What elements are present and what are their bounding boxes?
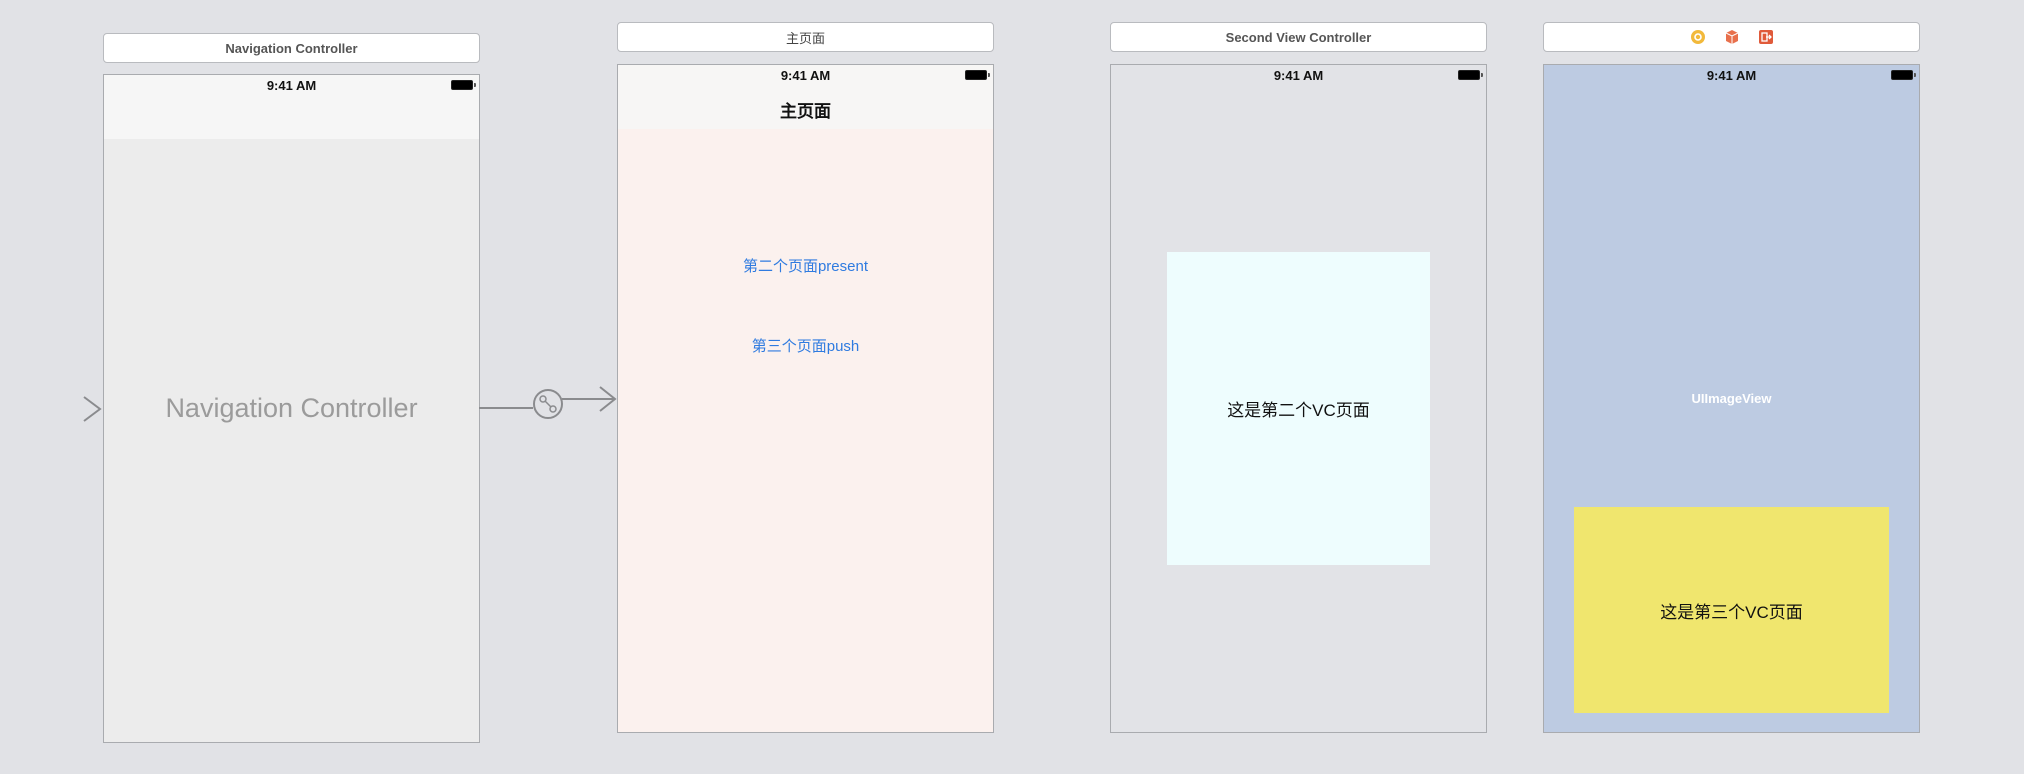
status-time: 9:41 AM bbox=[1706, 68, 1757, 83]
status-time: 9:41 AM bbox=[780, 68, 831, 83]
second-vc-label: 这是第二个VC页面 bbox=[1227, 401, 1370, 420]
push-third-page-button[interactable]: 第三个页面push bbox=[618, 335, 993, 356]
second-vc-panel[interactable]: 这是第二个VC页面 bbox=[1167, 252, 1430, 565]
entry-point-arrow[interactable] bbox=[0, 396, 104, 426]
status-time: 9:41 AM bbox=[266, 78, 317, 93]
scene-title-third-view-controller[interactable] bbox=[1543, 22, 1920, 52]
navigation-controller-scene[interactable]: 9:41 AM Navigation Controller bbox=[103, 74, 480, 743]
exit-icon[interactable] bbox=[1758, 29, 1774, 45]
battery-icon bbox=[1458, 70, 1483, 80]
scene-title-second-view-controller[interactable]: Second View Controller bbox=[1110, 22, 1487, 52]
main-page-scene[interactable]: 9:41 AM 主页面 第二个页面present 第三个页面push bbox=[617, 64, 994, 733]
scene-dock-icons bbox=[1690, 29, 1774, 45]
status-time: 9:41 AM bbox=[1273, 68, 1324, 83]
status-bar: 9:41 AM bbox=[618, 65, 993, 85]
navigation-title: 主页面 bbox=[780, 102, 831, 121]
status-bar: 9:41 AM bbox=[1544, 65, 1919, 85]
battery-icon bbox=[965, 70, 990, 80]
second-view-controller-scene[interactable]: 9:41 AM 这是第二个VC页面 bbox=[1110, 64, 1487, 733]
root-view-controller-segue[interactable] bbox=[479, 385, 619, 435]
image-view-placeholder-label: UIImageView bbox=[1691, 391, 1772, 406]
scene-title-navigation-controller[interactable]: Navigation Controller bbox=[103, 33, 480, 63]
storyboard-canvas[interactable]: Navigation Controller 9:41 AM Navigation… bbox=[0, 0, 2024, 774]
third-vc-label: 这是第三个VC页面 bbox=[1660, 602, 1803, 622]
battery-icon bbox=[1891, 70, 1916, 80]
first-responder-icon[interactable] bbox=[1724, 29, 1740, 45]
status-bar: 9:41 AM bbox=[1111, 65, 1486, 85]
scene-title-main-page[interactable]: 主页面 bbox=[617, 22, 994, 52]
battery-icon bbox=[451, 80, 476, 90]
navigation-controller-placeholder-label: Navigation Controller bbox=[165, 393, 418, 423]
third-view-controller-scene[interactable]: 9:41 AM UIImageView 这是第三个VC页面 bbox=[1543, 64, 1920, 733]
third-vc-panel[interactable]: 这是第三个VC页面 bbox=[1574, 507, 1889, 713]
present-second-page-button[interactable]: 第二个页面present bbox=[618, 255, 993, 276]
view-controller-icon[interactable] bbox=[1690, 29, 1706, 45]
status-bar: 9:41 AM bbox=[104, 75, 479, 95]
